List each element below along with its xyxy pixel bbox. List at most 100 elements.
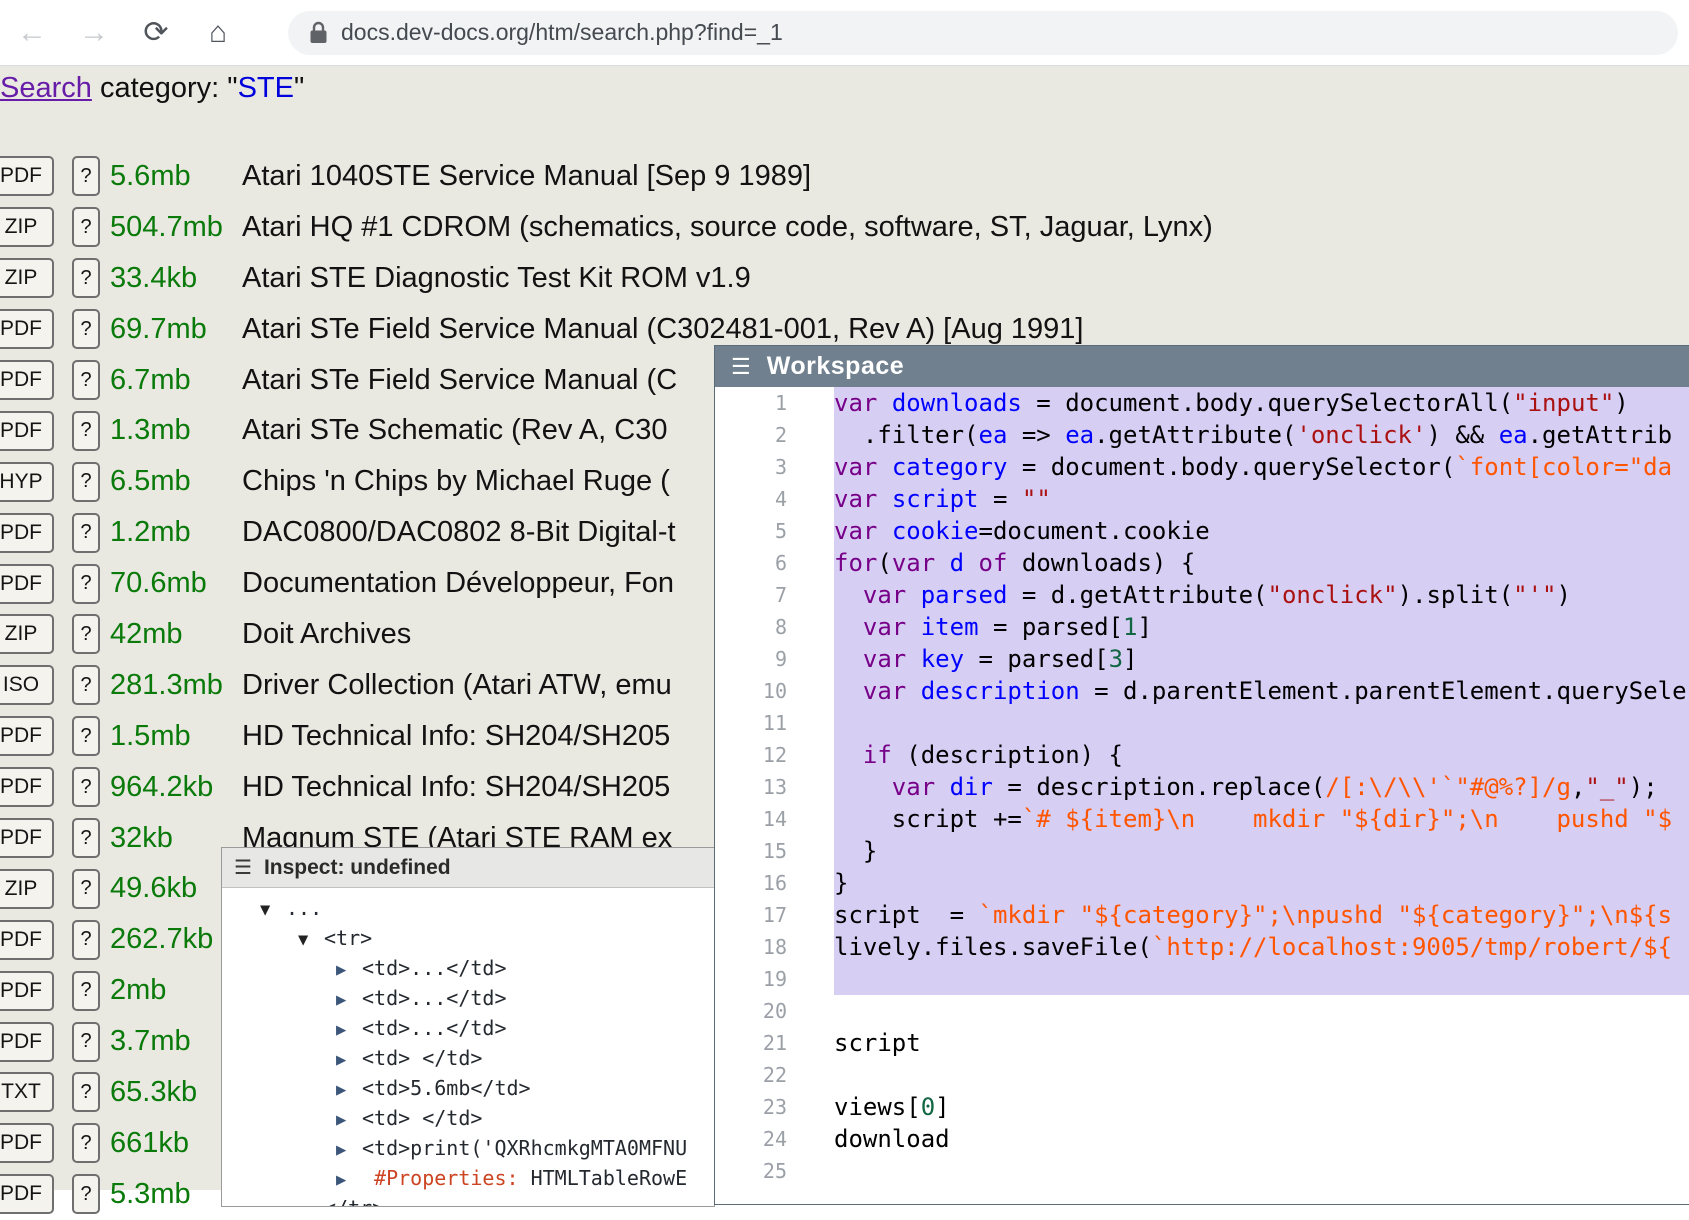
tree-row[interactable]: ▶<td> </td> [222, 1044, 714, 1074]
tree-row[interactable]: ▶<td>...</td> [222, 984, 714, 1014]
code-line: var downloads = document.body.querySelec… [834, 387, 1689, 419]
help-button[interactable]: ? [72, 716, 100, 756]
help-button[interactable]: ? [72, 818, 100, 858]
file-type-badge[interactable]: TXT [0, 1072, 54, 1112]
file-size: 42mb [110, 618, 242, 651]
file-type-badge[interactable]: PDF [0, 309, 54, 349]
expand-arrow-icon[interactable]: ▶ [336, 1046, 362, 1074]
help-button[interactable]: ? [72, 360, 100, 400]
help-button[interactable]: ? [72, 462, 100, 502]
help-button[interactable]: ? [72, 869, 100, 909]
expand-arrow-icon[interactable]: ▶ [336, 1106, 362, 1134]
help-button[interactable]: ? [72, 564, 100, 604]
code-token [877, 517, 891, 545]
line-number: 16 [715, 867, 787, 899]
file-type-badge[interactable]: PDF [0, 767, 54, 807]
tree-row[interactable]: ▼... [222, 894, 714, 924]
collapse-arrow-icon[interactable]: ▼ [298, 926, 324, 954]
code-token: "onclick" [1268, 581, 1398, 609]
code-token [906, 645, 920, 673]
line-number: 17 [715, 899, 787, 931]
file-type-badge[interactable]: PDF [0, 971, 54, 1011]
code-token: item [921, 613, 979, 641]
file-type-badge[interactable]: PDF [0, 1123, 54, 1163]
code-line: .filter(ea => ea.getAttribute('onclick')… [834, 419, 1689, 451]
help-button[interactable]: ? [72, 156, 100, 196]
search-link[interactable]: Search [0, 72, 92, 104]
file-type-badge[interactable]: PDF [0, 156, 54, 196]
workspace-titlebar[interactable]: ☰ Workspace [715, 346, 1689, 387]
tree-row[interactable]: ▶<td>5.6mb</td> [222, 1074, 714, 1104]
tree-row[interactable]: ▶<td>...</td> [222, 954, 714, 984]
file-type-badge[interactable]: ZIP [0, 258, 54, 298]
refresh-icon[interactable]: ⟳ [138, 15, 174, 50]
file-type-badge[interactable]: PDF [0, 920, 54, 960]
back-icon[interactable]: ← [14, 16, 50, 50]
help-button[interactable]: ? [72, 1022, 100, 1062]
code-editor[interactable]: 1234567891011121314151617181920212223242… [715, 387, 1689, 1204]
forward-icon[interactable]: → [76, 16, 112, 50]
help-button[interactable]: ? [72, 1072, 100, 1112]
file-type-badge[interactable]: ISO [0, 665, 54, 705]
file-type-badge[interactable]: PDF [0, 513, 54, 553]
code-token [877, 453, 891, 481]
help-button[interactable]: ? [72, 767, 100, 807]
help-button[interactable]: ? [72, 1123, 100, 1163]
file-type-badge[interactable]: ZIP [0, 207, 54, 247]
tree-row[interactable]: ▶<td>...</td> [222, 1014, 714, 1044]
code-token [964, 549, 978, 577]
help-button[interactable]: ? [72, 309, 100, 349]
help-button[interactable]: ? [72, 1174, 100, 1214]
help-button[interactable]: ? [72, 920, 100, 960]
tree-row[interactable]: ▼<tr> [222, 924, 714, 954]
collapse-arrow-icon[interactable]: ▼ [260, 896, 286, 924]
file-type-badge[interactable]: PDF [0, 1022, 54, 1062]
file-type-badge[interactable]: PDF [0, 564, 54, 604]
line-number: 20 [715, 995, 787, 1027]
file-row: PDF?5.6mbAtari 1040STE Service Manual [S… [0, 151, 1689, 202]
code-token: = description.replace( [993, 773, 1325, 801]
hamburger-menu-icon[interactable]: ☰ [234, 855, 252, 880]
code-line [834, 963, 1689, 995]
help-button[interactable]: ? [72, 207, 100, 247]
url-bar[interactable]: docs.dev-docs.org/htm/search.php?find=_1 [288, 11, 1678, 55]
expand-arrow-icon[interactable]: ▶ [336, 1136, 362, 1164]
expand-arrow-icon[interactable]: ▶ [336, 1016, 362, 1044]
help-button[interactable]: ? [72, 513, 100, 553]
code-area[interactable]: var downloads = document.body.querySelec… [834, 387, 1689, 1204]
file-type-badge[interactable]: PDF [0, 411, 54, 451]
expand-arrow-icon[interactable]: ▶ [336, 1076, 362, 1104]
code-token: ] [1123, 645, 1137, 673]
heading-text: category: " [92, 72, 238, 104]
hamburger-menu-icon[interactable]: ☰ [731, 354, 751, 380]
tree-row[interactable]: ▶</tr> [222, 1194, 714, 1207]
tree-token: </td> [446, 956, 506, 980]
code-token [906, 581, 920, 609]
file-type-badge[interactable]: ZIP [0, 614, 54, 654]
help-button[interactable]: ? [72, 258, 100, 298]
tree-row[interactable]: ▶<td>print('QXRhcmkgMTA0MFNU [222, 1134, 714, 1164]
expand-arrow-icon[interactable]: ▶ [336, 986, 362, 1014]
help-button[interactable]: ? [72, 971, 100, 1011]
home-icon[interactable]: ⌂ [200, 16, 236, 50]
code-token [834, 581, 863, 609]
code-token: ) [1614, 389, 1628, 417]
file-type-badge[interactable]: PDF [0, 716, 54, 756]
help-button[interactable]: ? [72, 614, 100, 654]
code-token: var [834, 485, 877, 513]
code-line [834, 707, 1689, 739]
file-type-badge[interactable]: PDF [0, 1174, 54, 1214]
help-button[interactable]: ? [72, 665, 100, 705]
inspector-titlebar[interactable]: ☰ Inspect: undefined [222, 848, 714, 888]
file-type-badge[interactable]: PDF [0, 818, 54, 858]
help-button[interactable]: ? [72, 411, 100, 451]
line-number: 14 [715, 803, 787, 835]
code-token: .filter( [834, 421, 979, 449]
code-line: views[0] [834, 1091, 1689, 1123]
file-type-badge[interactable]: ZIP [0, 869, 54, 909]
tree-row[interactable]: ▶<td> </td> [222, 1104, 714, 1134]
expand-arrow-icon[interactable]: ▶ [336, 956, 362, 984]
tree-token: <tr> [324, 926, 372, 950]
file-type-badge[interactable]: PDF [0, 360, 54, 400]
file-type-badge[interactable]: HYP [0, 462, 54, 502]
